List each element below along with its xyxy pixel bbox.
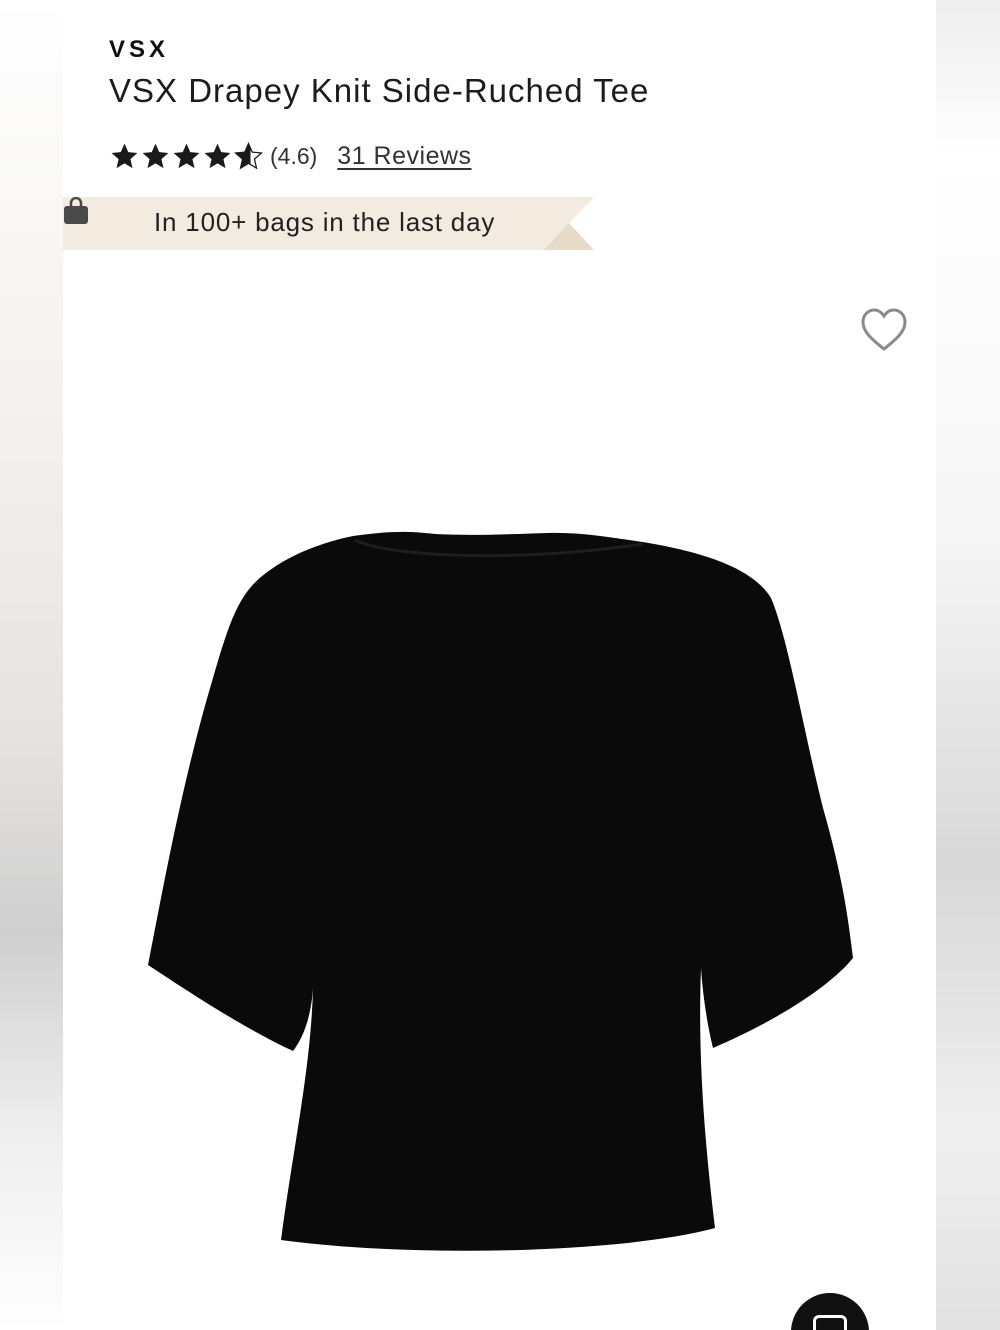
star-icon (111, 143, 138, 168)
product-panel: VSX VSX Drapey Knit Side-Ruched Tee (4.6… (63, 0, 936, 1330)
half-star-icon (234, 141, 263, 169)
background-right-blur (936, 0, 1000, 1330)
chat-button[interactable] (791, 1293, 869, 1330)
banner-text: In 100+ bags in the last day (154, 207, 496, 237)
brand-name[interactable]: VSX (109, 36, 169, 64)
rating-row: (4.6) 31 Reviews (109, 136, 472, 176)
star-icon (142, 143, 169, 168)
black-tee-shape (148, 531, 853, 1251)
product-title: VSX Drapey Knit Side-Ruched Tee (109, 72, 650, 109)
shopping-bag-icon (64, 197, 88, 224)
star-icon (204, 143, 231, 168)
heart-outline-icon[interactable] (860, 307, 908, 353)
popularity-banner: In 100+ bags in the last day (63, 197, 594, 250)
product-image[interactable] (143, 528, 863, 1258)
chat-icon (813, 1315, 847, 1330)
star-rating[interactable] (109, 141, 264, 172)
star-icon (173, 143, 200, 168)
background-left-blur (0, 0, 63, 1330)
reviews-link[interactable]: 31 Reviews (337, 142, 471, 171)
rating-value: (4.6) (270, 142, 318, 169)
